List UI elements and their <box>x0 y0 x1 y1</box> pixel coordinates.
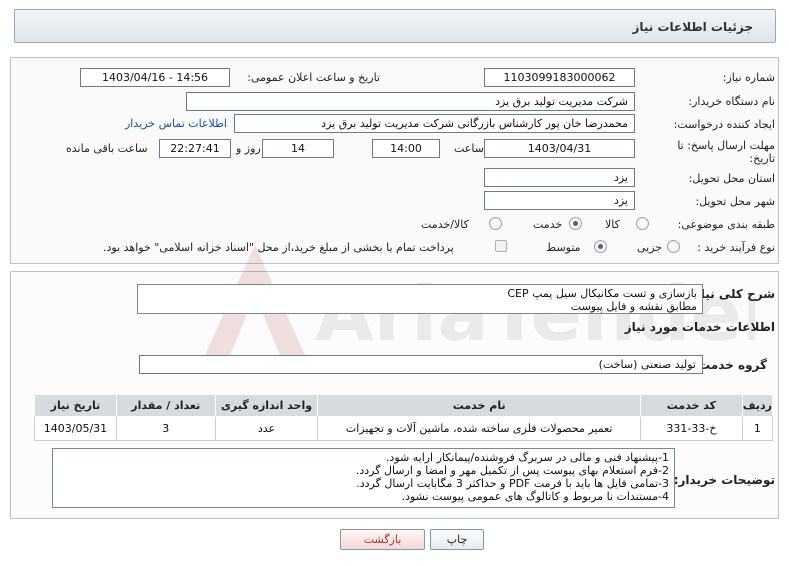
cell-quantity: 3 <box>115 416 216 441</box>
col-service-name-header: نام خدمت <box>317 394 642 417</box>
process-medium-label: متوسط <box>546 241 581 254</box>
col-need-date-header: تاریخ نیاز <box>34 394 117 417</box>
deadline-time-label: ساعت <box>454 142 484 155</box>
table-header-row: ردیف کد خدمت نام خدمت واحد اندازه گیری ت… <box>34 394 774 417</box>
category-goods-label: کالا <box>605 218 620 231</box>
page-title: جزئیات اطلاعات نیاز <box>632 20 753 34</box>
category-goods-service-label: کالا/خدمت <box>421 218 469 231</box>
buyer-notes-label: توضیحات خریدار: <box>673 473 775 487</box>
announce-label: تاریخ و ساعت اعلان عمومی: <box>247 71 380 84</box>
table-row: 1 خ-33-331 تعمیر محصولات فلزی ساخته شده،… <box>34 416 774 441</box>
category-goods-radio[interactable] <box>636 217 649 230</box>
col-unit-header: واحد اندازه گیری <box>214 394 319 417</box>
category-service-radio[interactable] <box>569 217 582 230</box>
back-button[interactable]: بازگشت <box>340 529 425 550</box>
category-label: طبقه بندی موضوعی: <box>677 218 775 231</box>
treasury-payment-note: پرداخت تمام یا بخشی از مبلغ خرید،از محل … <box>103 241 454 254</box>
print-button[interactable]: چاپ <box>430 529 484 550</box>
col-quantity-header: تعداد / مقدار <box>115 394 216 417</box>
services-table: ردیف کد خدمت نام خدمت واحد اندازه گیری ت… <box>34 394 774 441</box>
category-goods-service-radio[interactable] <box>489 217 502 230</box>
remaining-time-field[interactable]: 22:27:41 <box>159 139 231 158</box>
days-remaining-field[interactable]: 14 <box>262 139 334 158</box>
service-group-label: گروه خدمت: <box>693 358 767 372</box>
cell-service-code: خ-33-331 <box>640 416 743 441</box>
buyer-notes-textarea[interactable]: 1-پیشنهاد فنی و مالی در سربرگ فروشنده/پی… <box>52 448 675 508</box>
cell-service-name: تعمیر محصولات فلزی ساخته شده، ماشین آلات… <box>317 416 642 441</box>
process-medium-radio[interactable] <box>594 240 607 253</box>
city-label: شهر محل تحویل: <box>695 195 775 208</box>
city-field[interactable]: یزد <box>484 191 635 210</box>
col-row-header: ردیف <box>741 394 774 417</box>
need-info-panel <box>10 57 779 264</box>
deadline-date-field[interactable]: 1403/04/31 <box>484 139 635 158</box>
process-minor-label: جزیی <box>637 241 663 254</box>
cell-row-number: 1 <box>741 416 774 441</box>
days-label: روز و <box>236 142 261 155</box>
cell-unit: عدد <box>214 416 319 441</box>
announce-datetime-field[interactable]: 1403/04/16 - 14:56 <box>80 68 230 87</box>
province-field[interactable]: یزد <box>484 168 635 187</box>
need-number-field[interactable]: 1103099183000062 <box>484 68 635 87</box>
buyer-org-label: نام دستگاه خریدار: <box>688 95 775 108</box>
need-number-label: شماره نیاز: <box>722 71 775 84</box>
cell-need-date: 1403/05/31 <box>34 416 117 441</box>
summary-textarea[interactable]: بازسازی و تست مکانیکال سیل پمپ CEP مطابق… <box>137 284 703 314</box>
creator-label: ایجاد کننده درخواست: <box>673 118 775 131</box>
buyer-contact-link[interactable]: اطلاعات تماس خریدار <box>125 117 227 130</box>
deadline-date-label: تاریخ: <box>749 152 775 165</box>
deadline-time-field[interactable]: 14:00 <box>372 139 440 158</box>
services-title: اطلاعات خدمات مورد نیاز <box>624 320 775 334</box>
buyer-org-field[interactable]: شرکت مدیریت تولید برق یزد <box>186 92 635 111</box>
category-service-label: خدمت <box>533 218 563 231</box>
treasury-payment-checkbox[interactable] <box>495 240 507 252</box>
col-service-code-header: کد خدمت <box>640 394 743 417</box>
remaining-time-label: ساعت باقی مانده <box>66 142 148 155</box>
service-group-field[interactable]: تولید صنعتی (ساخت) <box>139 355 703 374</box>
process-minor-radio[interactable] <box>667 240 680 253</box>
process-type-label: نوع فرآیند خرید : <box>697 241 775 254</box>
deadline-label: مهلت ارسال پاسخ: تا <box>677 139 775 152</box>
creator-field[interactable]: محمدرضا خان پور کارشناس بازرگانی شرکت مد… <box>234 114 635 133</box>
province-label: استان محل تحویل: <box>688 172 775 185</box>
page-header: جزئیات اطلاعات نیاز <box>14 9 776 43</box>
